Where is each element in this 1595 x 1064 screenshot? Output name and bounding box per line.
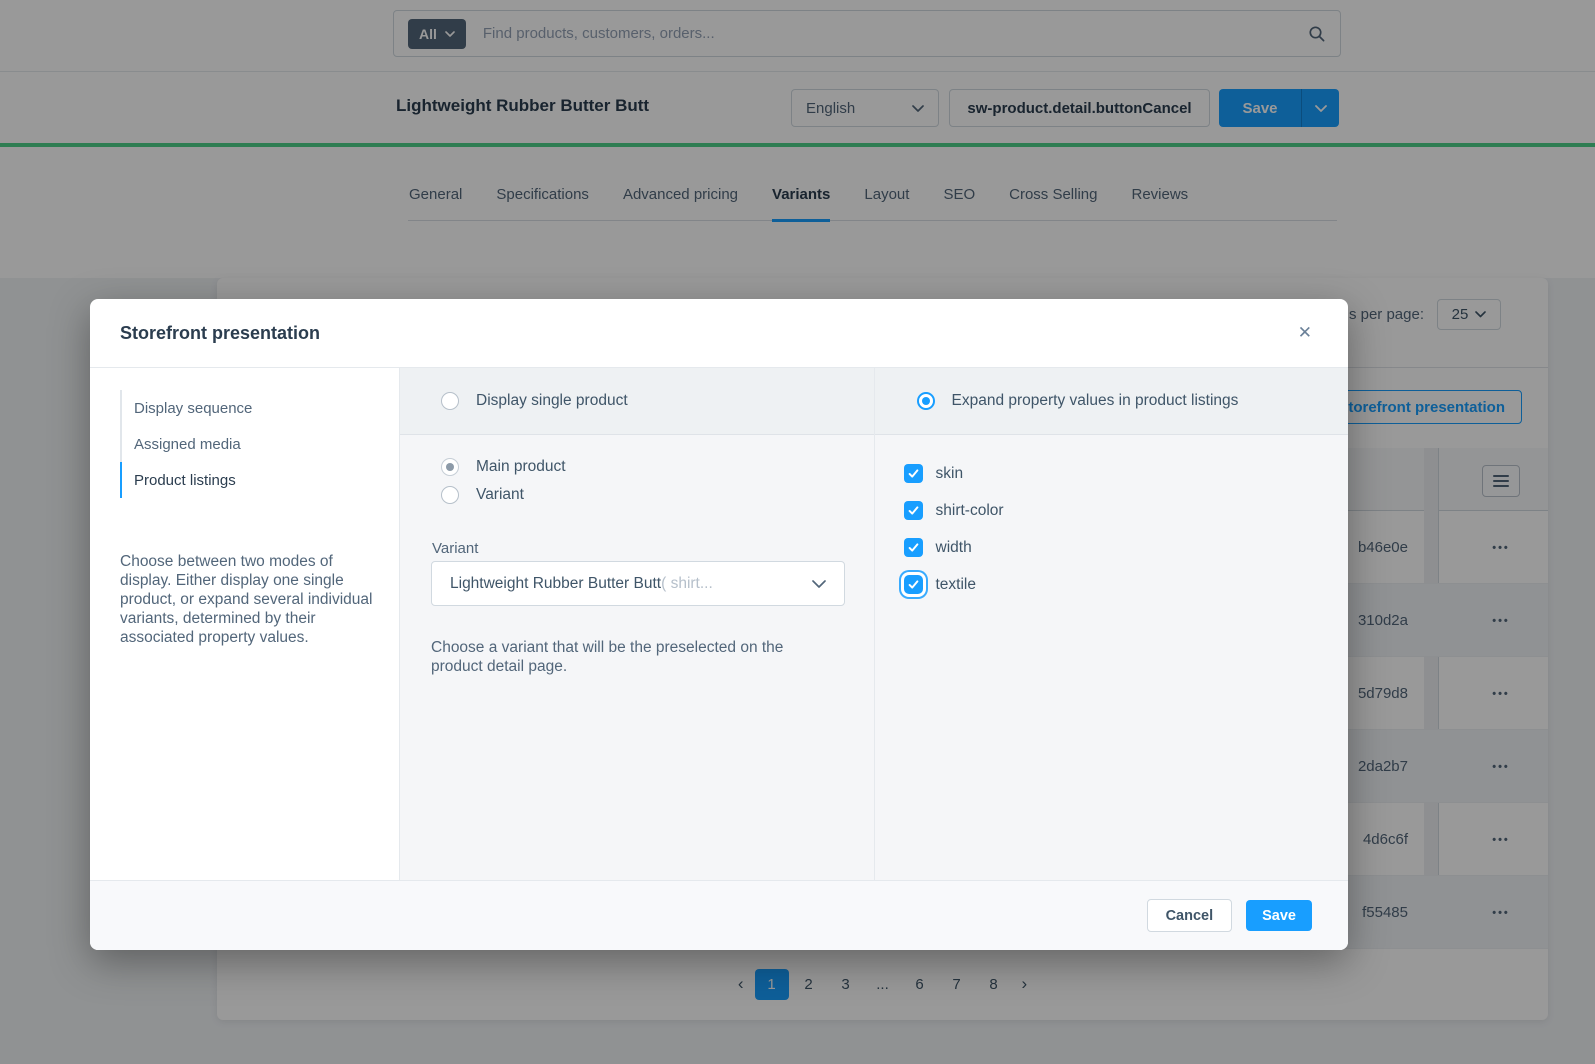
sidebar-item-product-listings[interactable]: Product listings <box>120 462 252 498</box>
cancel-button[interactable]: Cancel <box>1147 899 1233 932</box>
single-product-option-band: Display single product <box>400 368 874 435</box>
list-item: width <box>904 538 1004 557</box>
variant-radio[interactable] <box>441 486 459 504</box>
property-shirt-color-checkbox[interactable] <box>904 501 923 520</box>
sidebar-item-display-sequence[interactable]: Display sequence <box>120 390 252 426</box>
list-item: skin <box>904 464 1004 483</box>
property-skin-checkbox[interactable] <box>904 464 923 483</box>
check-icon <box>907 467 920 480</box>
modal-footer: Cancel Save <box>90 880 1348 950</box>
property-label: skin <box>936 465 964 483</box>
single-product-column: Display single product Main product Vari… <box>399 368 874 880</box>
chevron-down-icon <box>812 580 826 588</box>
close-icon[interactable]: ✕ <box>1292 319 1318 347</box>
variant-select[interactable]: Lightweight Rubber Butter Butt ( shirt..… <box>431 561 845 606</box>
modal-description: Choose between two modes of display. Eit… <box>120 552 378 647</box>
list-item: shirt-color <box>904 501 1004 520</box>
main-product-label: Main product <box>476 458 566 476</box>
variant-radio-label: Variant <box>476 486 524 504</box>
property-label: width <box>936 539 972 557</box>
expand-property-values-label: Expand property values in product listin… <box>952 392 1239 410</box>
modal-header: Storefront presentation ✕ <box>90 299 1348 368</box>
display-single-product-label: Display single product <box>476 392 628 410</box>
property-textile-checkbox[interactable] <box>904 575 923 594</box>
main-product-option: Main product <box>441 458 566 476</box>
variant-select-value: Lightweight Rubber Butter Butt <box>450 575 661 593</box>
check-icon <box>907 578 920 591</box>
storefront-presentation-modal: Storefront presentation ✕ Display sequen… <box>90 299 1348 950</box>
list-item: textile <box>904 575 1004 594</box>
sidebar-item-assigned-media[interactable]: Assigned media <box>120 426 252 462</box>
expand-option-band: Expand property values in product listin… <box>875 368 1349 435</box>
check-icon <box>907 504 920 517</box>
modal-title: Storefront presentation <box>120 323 320 344</box>
expand-property-values-radio[interactable] <box>917 392 935 410</box>
property-width-checkbox[interactable] <box>904 538 923 557</box>
variant-select-hint: ( shirt... <box>661 575 713 593</box>
property-list: skin shirt-color width textile <box>904 464 1004 594</box>
modal-sidebar: Display sequence Assigned media Product … <box>90 368 399 880</box>
variant-option: Variant <box>441 486 524 504</box>
display-single-product-radio[interactable] <box>441 392 459 410</box>
main-product-radio[interactable] <box>441 458 459 476</box>
check-icon <box>907 541 920 554</box>
variant-field-label: Variant <box>432 540 478 557</box>
property-label: shirt-color <box>936 502 1004 520</box>
variant-helper-text: Choose a variant that will be the presel… <box>431 638 831 676</box>
property-label: textile <box>936 576 977 594</box>
modal-body: Display sequence Assigned media Product … <box>90 368 1348 880</box>
save-button[interactable]: Save <box>1246 900 1312 931</box>
expand-properties-column: Expand property values in product listin… <box>874 368 1349 880</box>
modal-nav: Display sequence Assigned media Product … <box>120 390 252 498</box>
admin-page: All Lightweight Rubber Butter Butt Engli… <box>0 0 1595 1064</box>
